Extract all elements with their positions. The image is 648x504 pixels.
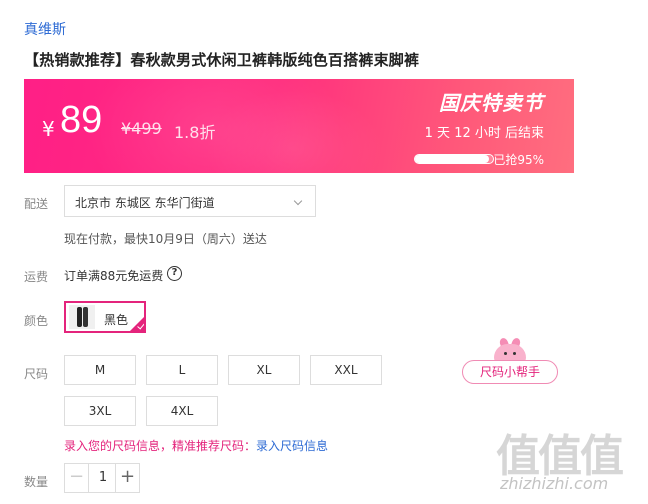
- promo-banner: ¥ 89 ¥499 1.8折 国庆特卖节 1 天 12 小时 后结束 已抢95%: [24, 79, 574, 173]
- currency-symbol: ¥: [42, 117, 55, 141]
- quantity-input[interactable]: 1: [89, 464, 117, 492]
- shipping-policy: 订单满88元免运费: [64, 269, 164, 283]
- delivery-estimate: 现在付款，最快10月9日（周六）送达: [64, 232, 267, 246]
- watermark-url: zhizhizhi.com: [500, 474, 609, 493]
- plus-button[interactable]: +: [115, 464, 139, 492]
- quantity-stepper: − 1 +: [64, 463, 140, 493]
- color-label: 颜色: [24, 314, 49, 328]
- size-info-link[interactable]: 录入尺码信息: [256, 439, 328, 453]
- sale-price: 89: [60, 99, 103, 141]
- size-label: 尺码: [24, 367, 49, 381]
- discount-rate: 1.8折: [174, 123, 216, 142]
- shop-name[interactable]: 真维斯: [24, 19, 66, 39]
- size-option-m[interactable]: M: [64, 355, 136, 385]
- size-option-l[interactable]: L: [146, 355, 218, 385]
- address-value: 北京市 东城区 东华门街道: [75, 196, 215, 210]
- size-info-prompt: 录入您的尺码信息，精准推荐尺码：录入尺码信息: [64, 437, 328, 454]
- size-info-text: 录入您的尺码信息，精准推荐尺码：: [64, 439, 257, 453]
- product-title: 【热销款推荐】春秋款男式休闲卫裤韩版纯色百搭裤束脚裤: [24, 51, 420, 69]
- delivery-label: 配送: [24, 197, 49, 211]
- color-option-label: 黑色: [104, 313, 129, 327]
- size-option-3xl[interactable]: 3XL: [64, 396, 136, 426]
- original-price: ¥499: [121, 119, 162, 138]
- chevron-down-icon: [293, 196, 303, 206]
- size-helper-button[interactable]: 尺码小帮手: [462, 360, 558, 384]
- sales-progress-bar: [414, 154, 494, 164]
- color-option-black[interactable]: 黑色: [64, 301, 146, 333]
- color-swatch-image: [69, 305, 95, 329]
- address-select[interactable]: 北京市 东城区 东华门街道: [64, 185, 316, 217]
- size-option-xxl[interactable]: XXL: [310, 355, 382, 385]
- shipping-label: 运费: [24, 270, 49, 284]
- size-option-xl[interactable]: XL: [228, 355, 300, 385]
- event-title: 国庆特卖节: [439, 91, 544, 115]
- sales-progress-label: 已抢95%: [493, 153, 544, 167]
- minus-button[interactable]: −: [65, 464, 89, 492]
- size-option-4xl[interactable]: 4XL: [146, 396, 218, 426]
- question-circle-icon[interactable]: ?: [167, 266, 182, 281]
- quantity-label: 数量: [24, 475, 49, 489]
- countdown-timer: 1 天 12 小时 后结束: [424, 126, 544, 141]
- sales-progress-fill: [415, 155, 490, 163]
